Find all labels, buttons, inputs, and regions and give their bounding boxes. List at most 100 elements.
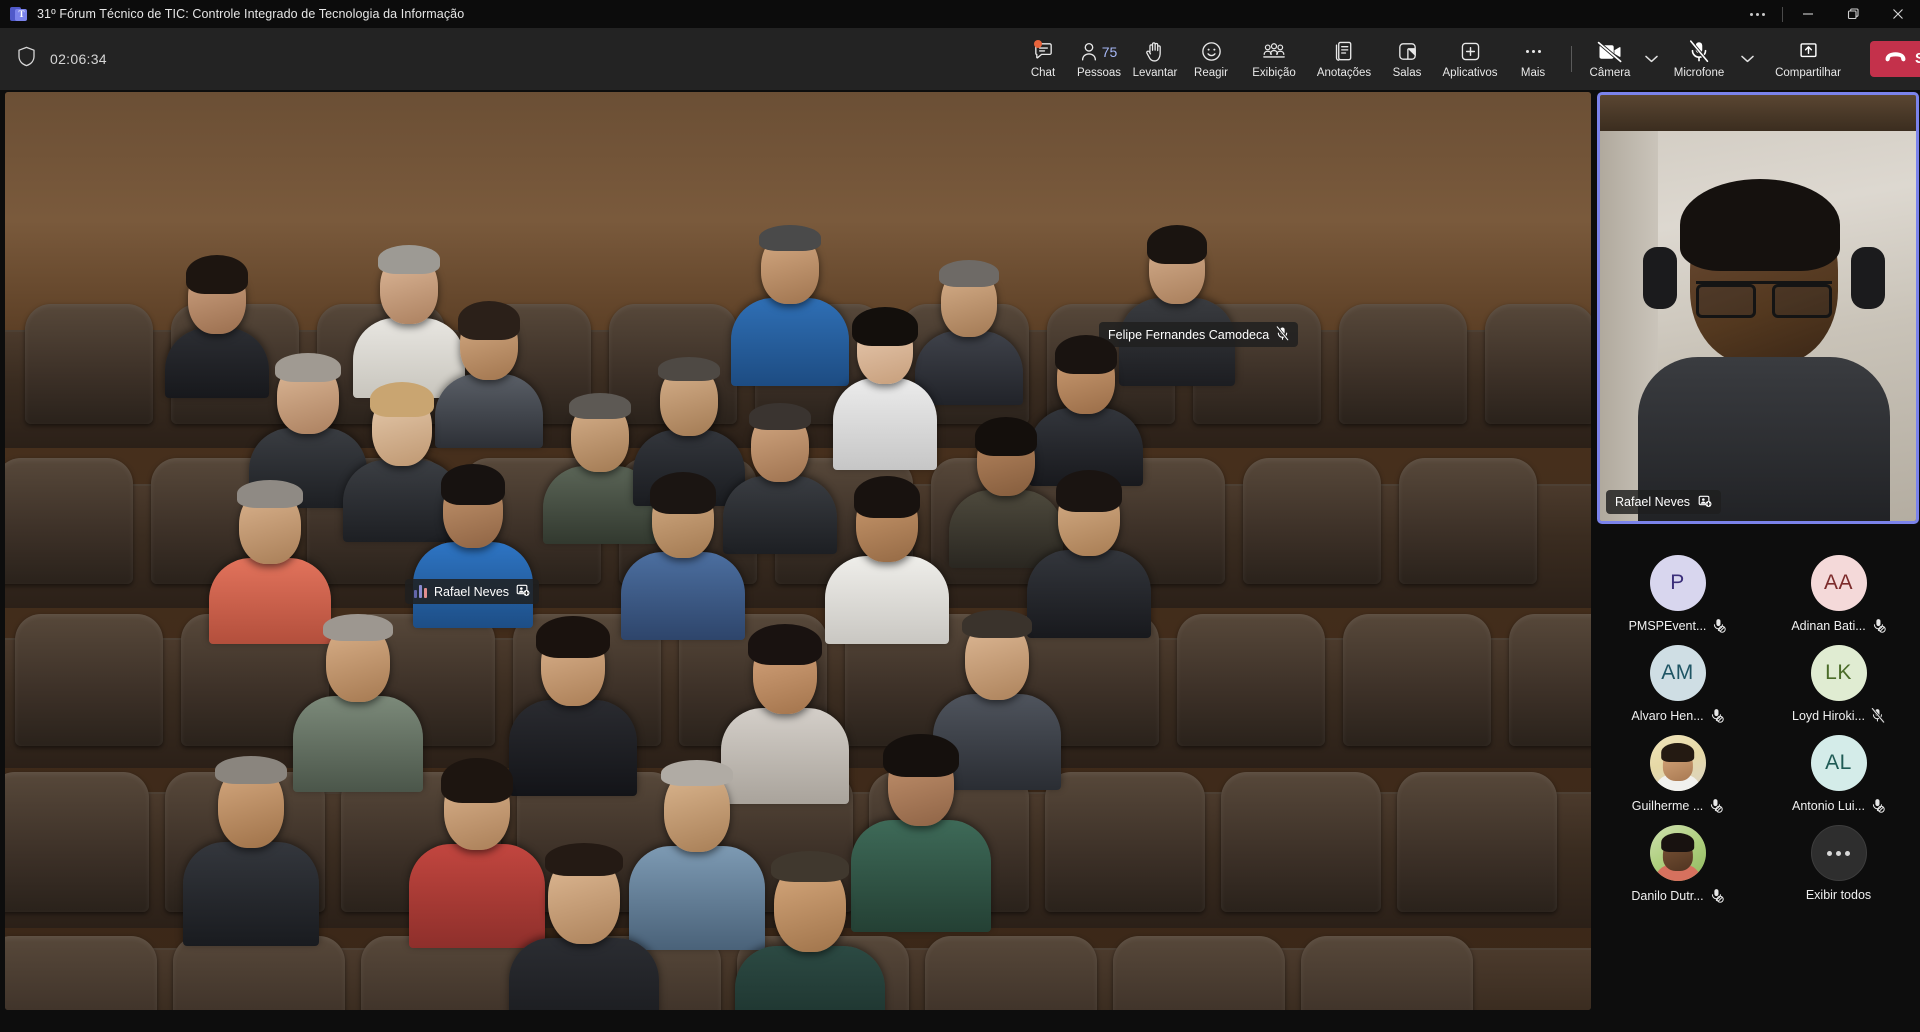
teams-logo-icon: T (10, 6, 27, 23)
restore-icon[interactable] (1830, 0, 1875, 28)
participant-name-pill-active: Rafael Neves (405, 579, 540, 604)
toolbar-button-levantar[interactable]: Levantar (1127, 32, 1183, 86)
mic-off-icon (1871, 798, 1885, 813)
auditorium-seat (15, 614, 163, 746)
roster-tile-loyd[interactable]: LK Loyd Hiroki... (1759, 636, 1919, 726)
participant-name: Alvaro Hen... (1631, 708, 1704, 723)
microphone-control-group: Microfone (1664, 32, 1760, 86)
participant-name: Adinan Bati... (1791, 618, 1866, 633)
toolbar-button-reagir[interactable]: Reagir (1183, 32, 1239, 86)
meeting-timer: 02:06:34 (50, 51, 107, 67)
more-options-icon[interactable] (1735, 0, 1780, 28)
toolbar-button-microfone[interactable]: Microfone (1664, 32, 1734, 86)
headphones-right-icon (1851, 246, 1886, 309)
roster-tile-guilherme[interactable]: Guilherme ... (1598, 726, 1758, 816)
auditorium-seat (1045, 772, 1205, 912)
toolbar-button-exibicao[interactable]: Exibição (1239, 32, 1309, 86)
avatar (1649, 735, 1706, 791)
roster-label-row: Danilo Dutr... (1631, 888, 1724, 903)
mic-off-icon (1710, 888, 1724, 903)
window-controls-divider (1782, 6, 1783, 22)
toolbar-button-anotacoes[interactable]: Anotações (1309, 32, 1379, 86)
meeting-status-group: 02:06:34 (0, 46, 107, 72)
auditorium-seat (1301, 936, 1473, 1010)
auditorium-seat (5, 936, 157, 1010)
chat-icon (1032, 39, 1055, 64)
toolbar-button-camera[interactable]: Câmera (1582, 32, 1638, 86)
participant-name: Danilo Dutr... (1631, 888, 1704, 903)
roster-tile-alvaro[interactable]: AM Alvaro Hen... (1598, 636, 1758, 726)
auditorium-seat (173, 936, 345, 1010)
toolbar-button-chat[interactable]: Chat (1015, 32, 1071, 86)
avatar-photo-hair (1660, 742, 1695, 762)
toolbar-button-salas[interactable]: Salas (1379, 32, 1435, 86)
roster-tile-adinan[interactable]: AA Adinan Bati... (1759, 546, 1919, 636)
auditorium-seat (1221, 772, 1381, 912)
auditorium-seat (1343, 614, 1491, 746)
toolbar-label-anotacoes: Anotações (1316, 66, 1372, 79)
participant-count: 75 (1101, 43, 1118, 60)
together-mode-participant (209, 480, 331, 644)
toolbar-label-mais: Mais (1520, 66, 1546, 79)
mic-off-icon (1710, 708, 1724, 723)
roster-tile-pmspevent[interactable]: P PMSPEvent... (1598, 546, 1758, 636)
toolbar-label-aplicativos: Aplicativos (1442, 66, 1498, 79)
toolbar-button-aplicativos[interactable]: Aplicativos (1435, 32, 1505, 86)
people-icon: 75 (1081, 40, 1118, 64)
headphones-left-icon (1643, 246, 1678, 309)
toolbar-label-pessoas: Pessoas (1076, 66, 1122, 79)
auditorium-seat (1397, 772, 1557, 912)
leave-meeting-button[interactable]: Sair (1870, 41, 1920, 77)
toolbar-label-camera: Câmera (1589, 66, 1631, 79)
self-view-tile[interactable]: Rafael Neves (1597, 92, 1919, 524)
leave-meeting-label: Sair (1915, 51, 1920, 67)
roster-tile-antonio[interactable]: AL Antonio Lui... (1759, 726, 1919, 816)
self-view-person (1638, 178, 1891, 521)
auditorium-seat (25, 304, 153, 424)
camera-control-group: Câmera (1582, 32, 1664, 86)
together-mode-participant (183, 755, 319, 946)
participant-name-label: Felipe Fernandes Camodeca (1108, 327, 1270, 342)
avatar: LK (1810, 645, 1867, 701)
microphone-off-icon (1688, 40, 1710, 64)
raise-hand-icon (1145, 40, 1166, 64)
breakout-rooms-icon (1396, 40, 1419, 64)
camera-off-icon (1597, 40, 1623, 64)
minimize-icon[interactable] (1785, 0, 1830, 28)
roster-show-all-button[interactable]: Exibir todos (1759, 816, 1919, 906)
toolbar-label-microfone: Microfone (1673, 66, 1725, 79)
roster-tile-danilo[interactable]: Danilo Dutr... (1598, 816, 1758, 906)
participant-roster: P PMSPEvent... AA Adinan Bati... AM Alva… (1597, 546, 1919, 1026)
view-layout-icon (1262, 40, 1286, 64)
toolbar-button-compartilhar[interactable]: Compartilhar (1760, 32, 1856, 86)
toolbar-label-reagir: Reagir (1194, 66, 1228, 79)
toolbar-button-pessoas[interactable]: 75 Pessoas (1071, 32, 1127, 86)
together-mode-participant (509, 842, 659, 1010)
camera-chevron-down-icon[interactable] (1638, 34, 1664, 84)
self-view-name-pill: Rafael Neves (1606, 490, 1722, 514)
avatar-initials: P (1670, 571, 1685, 594)
meeting-action-bar: 02:06:34 Chat 75 Pessoas Levantar Reagir… (0, 28, 1920, 90)
auditorium-seat (925, 936, 1097, 1010)
main-video-together-mode[interactable]: Felipe Fernandes Camodeca Rafael Neves (5, 92, 1591, 1010)
meeting-stage: Felipe Fernandes Camodeca Rafael Neves R… (0, 90, 1920, 1032)
participant-name-label: Rafael Neves (434, 584, 510, 599)
auditorium-seat (1509, 614, 1591, 746)
title-bar-left: T 31º Fórum Técnico de TIC: Controle Int… (0, 6, 464, 23)
avatar: P (1649, 555, 1706, 611)
window-controls (1735, 0, 1920, 28)
avatar: AL (1810, 735, 1867, 791)
leave-meeting-group: Sair (1870, 41, 1920, 77)
toolbar-label-levantar: Levantar (1132, 66, 1178, 79)
pin-icon (1698, 494, 1712, 511)
together-mode-participant (731, 224, 849, 386)
toolbar-button-mais[interactable]: Mais (1505, 32, 1561, 86)
auditorium-seat (1243, 458, 1381, 584)
self-view-name-label: Rafael Neves (1615, 495, 1691, 509)
roster-label-row: Loyd Hiroki... (1792, 707, 1885, 724)
audio-level-indicator (414, 585, 427, 598)
microphone-chevron-down-icon[interactable] (1734, 34, 1760, 84)
microphone-muted-icon (1276, 325, 1290, 344)
mic-muted-icon (1871, 707, 1885, 724)
close-icon[interactable] (1875, 0, 1920, 28)
